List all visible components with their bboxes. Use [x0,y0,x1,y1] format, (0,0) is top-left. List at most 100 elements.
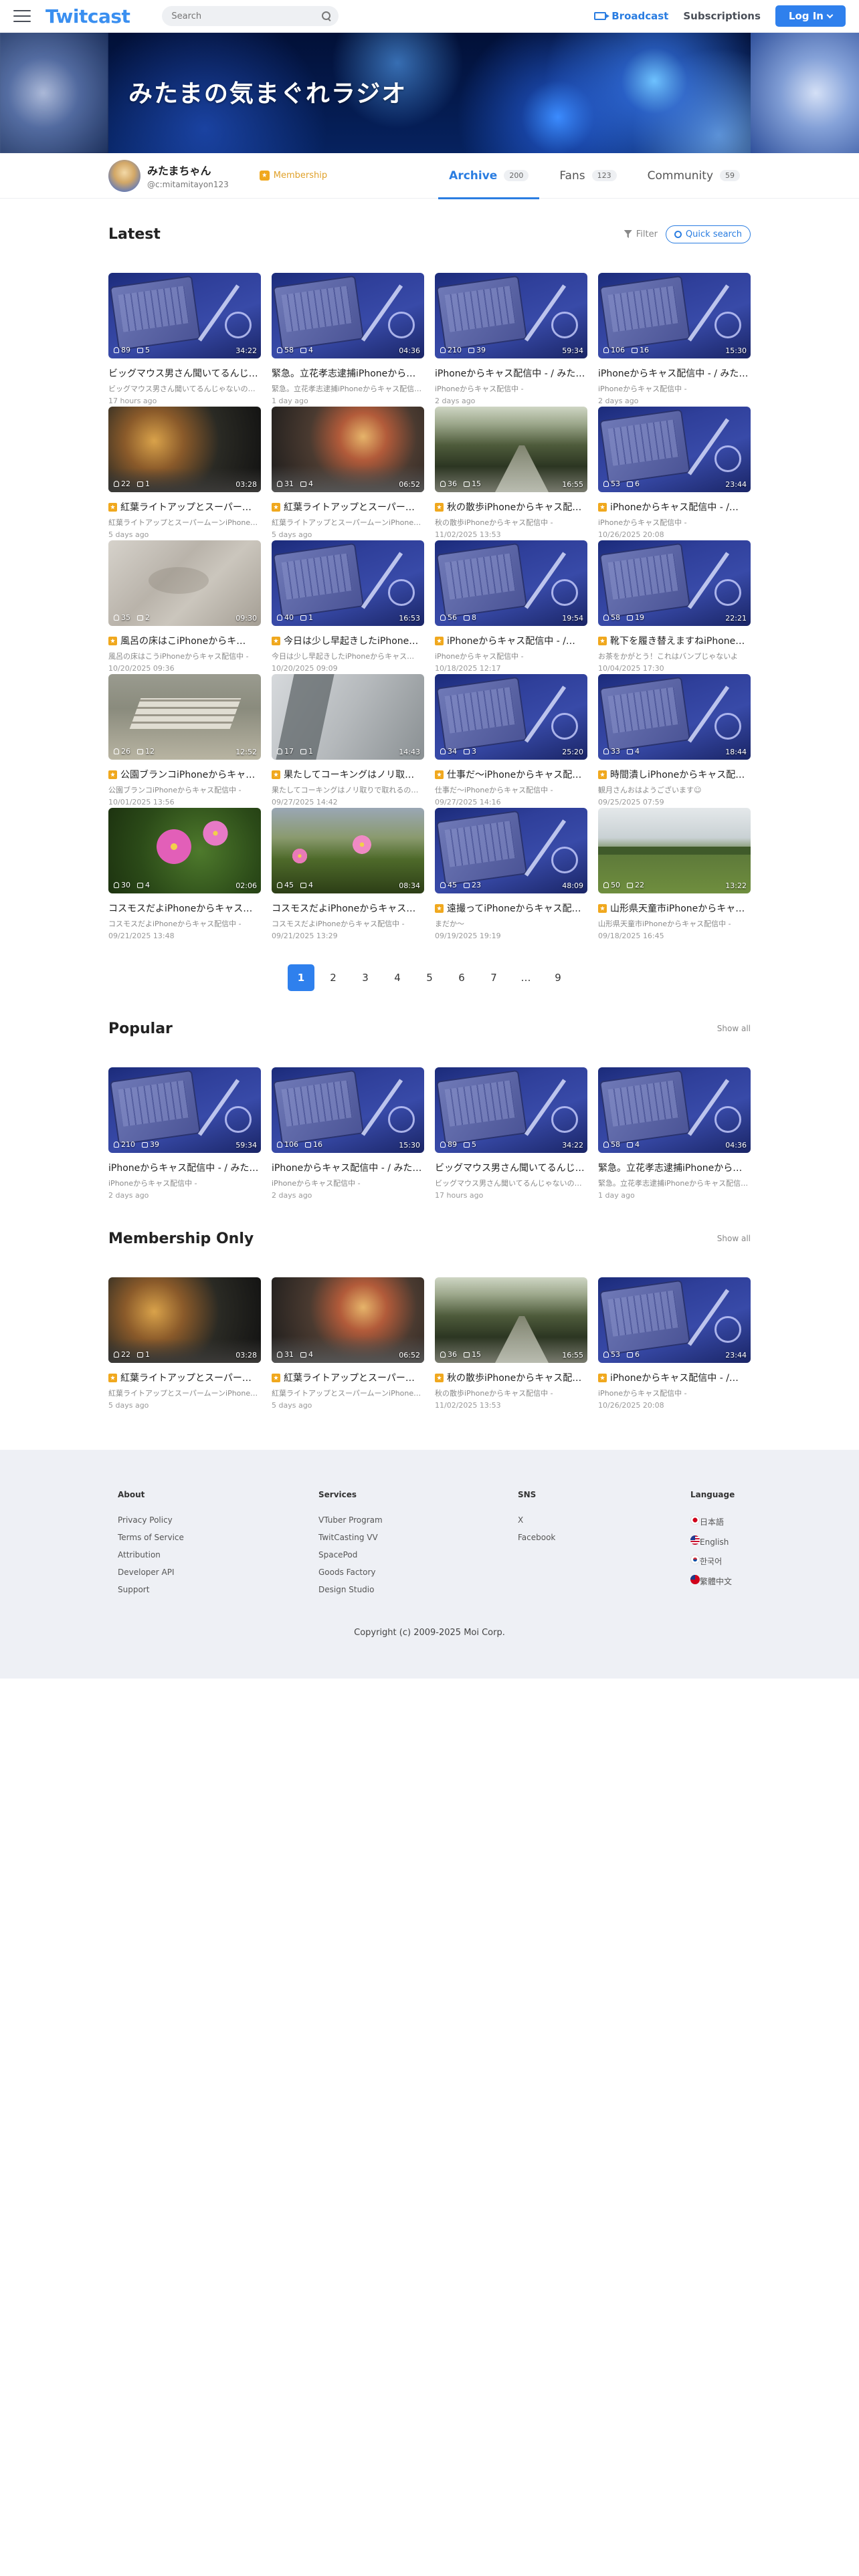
video-thumbnail[interactable]: 210 39 59:34 [435,273,587,358]
video-card[interactable]: 58 19 22:21 靴下を履き替えますねiPhone… お茶をかがとう！これはバンプ… [598,540,751,674]
video-thumbnail[interactable]: 30 4 02:06 [108,808,261,893]
video-thumbnail[interactable]: 58 19 22:21 [598,540,751,626]
video-thumbnail[interactable]: 106 16 15:30 [272,1067,424,1153]
video-title[interactable]: 果たしてコーキングはノリ取… [272,768,424,781]
video-title[interactable]: iPhoneからキャス配信中 - /… [598,500,751,514]
video-card[interactable]: 106 16 15:30 iPhoneからキャス配信中 - / みた… iPhoneから… [272,1067,424,1201]
video-thumbnail[interactable]: 45 4 08:34 [272,808,424,893]
video-card[interactable]: 31 4 06:52 紅葉ライトアップとスーパー… 紅葉ライトアップとスーパームーンiP… [272,1277,424,1411]
video-card[interactable]: 210 39 59:34 iPhoneからキャス配信中 - / みた… iPhoneから… [435,273,587,407]
video-thumbnail[interactable]: 53 6 23:44 [598,407,751,492]
tab-fans[interactable]: Fans 123 [549,153,627,199]
video-title[interactable]: ビッグマウス男さん聞いてるんじゃ… [108,366,261,380]
video-thumbnail[interactable]: 53 6 23:44 [598,1277,751,1363]
video-title[interactable]: 秋の散歩iPhoneからキャス配… [435,500,587,514]
footer-link[interactable]: Facebook [518,1533,555,1542]
video-thumbnail[interactable]: 31 4 06:52 [272,1277,424,1363]
video-thumbnail[interactable]: 89 5 34:22 [108,273,261,358]
video-title[interactable]: ビッグマウス男さん聞いてるんじ… [435,1161,587,1174]
video-title[interactable]: コスモスだよiPhoneからキャス… [108,901,261,915]
menu-icon[interactable] [13,10,31,22]
video-title[interactable]: 今日は少し早起きしたiPhone… [272,634,424,647]
video-title[interactable]: 秋の散歩iPhoneからキャス配… [435,1371,587,1384]
video-thumbnail[interactable]: 56 8 19:54 [435,540,587,626]
video-card[interactable]: 40 1 16:53 今日は少し早起きしたiPhone… 今日は少し早起きしたiPhon… [272,540,424,674]
login-button[interactable]: Log In [775,5,846,27]
twitcast-logo[interactable]: Twitcast [45,5,130,27]
video-thumbnail[interactable]: 17 1 14:43 [272,674,424,760]
video-title[interactable]: 紅葉ライトアップとスーパー… [108,1371,261,1384]
video-title[interactable]: 山形県天童市iPhoneからキャ… [598,901,751,915]
video-card[interactable]: 53 6 23:44 iPhoneからキャス配信中 - /… iPhoneからキャス配信… [598,407,751,540]
video-thumbnail[interactable]: 89 5 34:22 [435,1067,587,1153]
video-title[interactable]: 緊急。立花孝志逮捕iPhoneから… [272,366,424,380]
video-title[interactable]: 紅葉ライトアップとスーパー… [272,500,424,514]
video-thumbnail[interactable]: 50 22 13:22 [598,808,751,893]
video-title[interactable]: 紅葉ライトアップとスーパー… [272,1371,424,1384]
video-card[interactable]: 26 12 12:52 公園ブランコiPhoneからキャ… 公園ブランコiPhoneから… [108,674,261,808]
profile-name[interactable]: みたまちゃん [147,162,229,178]
filter-button[interactable]: Filter [624,229,658,239]
footer-link[interactable]: SpacePod [318,1550,383,1560]
page-button[interactable]: 3 [352,964,379,991]
video-card[interactable]: 35 2 09:30 風呂の床はこiPhoneからキ… 風呂の床はこうiPhoneからキ… [108,540,261,674]
video-card[interactable]: 58 4 04:36 緊急。立花孝志逮捕iPhoneから… 緊急。立花孝志逮捕iPhon… [272,273,424,407]
video-card[interactable]: 50 22 13:22 山形県天童市iPhoneからキャ… 山形県天童市iPhoneから… [598,808,751,942]
video-title[interactable]: iPhoneからキャス配信中 - / みた… [598,366,751,380]
show-all-link[interactable]: Show all [717,1234,751,1243]
video-title[interactable]: 時間潰しiPhoneからキャス配… [598,768,751,781]
video-title[interactable]: コスモスだよiPhoneからキャス… [272,901,424,915]
video-title[interactable]: 仕事だ〜iPhoneからキャス配… [435,768,587,781]
video-thumbnail[interactable]: 34 3 25:20 [435,674,587,760]
video-thumbnail[interactable]: 22 1 03:28 [108,1277,261,1363]
footer-link[interactable]: Support [118,1585,184,1594]
video-card[interactable]: 22 1 03:28 紅葉ライトアップとスーパー… 紅葉ライトアップとスーパームーンiP… [108,1277,261,1411]
footer-link[interactable]: Terms of Service [118,1533,184,1542]
search-icon[interactable] [321,11,332,21]
footer-link[interactable]: Goods Factory [318,1568,383,1577]
avatar[interactable] [108,159,140,192]
video-thumbnail[interactable]: 31 4 06:52 [272,407,424,492]
video-title[interactable]: 公園ブランコiPhoneからキャ… [108,768,261,781]
page-button[interactable]: 4 [384,964,411,991]
page-button[interactable]: 2 [320,964,347,991]
video-card[interactable]: 33 4 18:44 時間潰しiPhoneからキャス配… 観月さんおはようございます☺ 0… [598,674,751,808]
video-thumbnail[interactable]: 106 16 15:30 [598,273,751,358]
quick-search-button[interactable]: Quick search [665,225,751,243]
footer-link[interactable]: TwitCasting VV [318,1533,383,1542]
video-title[interactable]: 靴下を履き替えますねiPhone… [598,634,751,647]
video-thumbnail[interactable]: 45 23 48:09 [435,808,587,893]
language-option[interactable]: 日本語 [690,1515,735,1527]
video-thumbnail[interactable]: 36 15 16:55 [435,1277,587,1363]
search-input[interactable] [171,11,322,21]
video-card[interactable]: 56 8 19:54 iPhoneからキャス配信中 - /… iPhoneからキャス配信… [435,540,587,674]
video-thumbnail[interactable]: 58 4 04:36 [272,273,424,358]
video-card[interactable]: 89 5 34:22 ビッグマウス男さん聞いてるんじ… ビッグマウス男さん聞いてるんじゃ… [435,1067,587,1201]
video-thumbnail[interactable]: 26 12 12:52 [108,674,261,760]
page-button[interactable]: 6 [448,964,475,991]
page-button[interactable]: 9 [545,964,571,991]
page-button[interactable]: 7 [480,964,507,991]
video-title[interactable]: 遠撮ってiPhoneからキャス配… [435,901,587,915]
page-button[interactable]: … [512,964,539,991]
video-card[interactable]: 45 4 08:34 コスモスだよiPhoneからキャス… コスモスだよiPhoneから… [272,808,424,942]
video-title[interactable]: iPhoneからキャス配信中 - / みた… [108,1161,261,1174]
language-option[interactable]: English [690,1535,735,1547]
page-button[interactable]: 5 [416,964,443,991]
video-card[interactable]: 17 1 14:43 果たしてコーキングはノリ取… 果たしてコーキングはノリ取りで取れる… [272,674,424,808]
video-title[interactable]: iPhoneからキャス配信中 - / みた… [435,366,587,380]
video-card[interactable]: 106 16 15:30 iPhoneからキャス配信中 - / みた… iPhoneから… [598,273,751,407]
video-thumbnail[interactable]: 22 1 03:28 [108,407,261,492]
video-title[interactable]: iPhoneからキャス配信中 - / みた… [272,1161,424,1174]
video-card[interactable]: 89 5 34:22 ビッグマウス男さん聞いてるんじゃ… ビッグマウス男さん聞いてるんじ… [108,273,261,407]
footer-link[interactable]: Developer API [118,1568,184,1577]
show-all-link[interactable]: Show all [717,1024,751,1033]
video-thumbnail[interactable]: 210 39 59:34 [108,1067,261,1153]
video-title[interactable]: 紅葉ライトアップとスーパー… [108,500,261,514]
membership-link[interactable]: Membership [259,171,327,181]
video-card[interactable]: 45 23 48:09 遠撮ってiPhoneからキャス配… まだか〜 09/19/2025… [435,808,587,942]
search-box[interactable] [162,6,339,26]
video-card[interactable]: 31 4 06:52 紅葉ライトアップとスーパー… 紅葉ライトアップとスーパームーンiP… [272,407,424,540]
video-title[interactable]: 緊急。立花孝志逮捕iPhoneから… [598,1161,751,1174]
video-title[interactable]: iPhoneからキャス配信中 - /… [598,1371,751,1384]
